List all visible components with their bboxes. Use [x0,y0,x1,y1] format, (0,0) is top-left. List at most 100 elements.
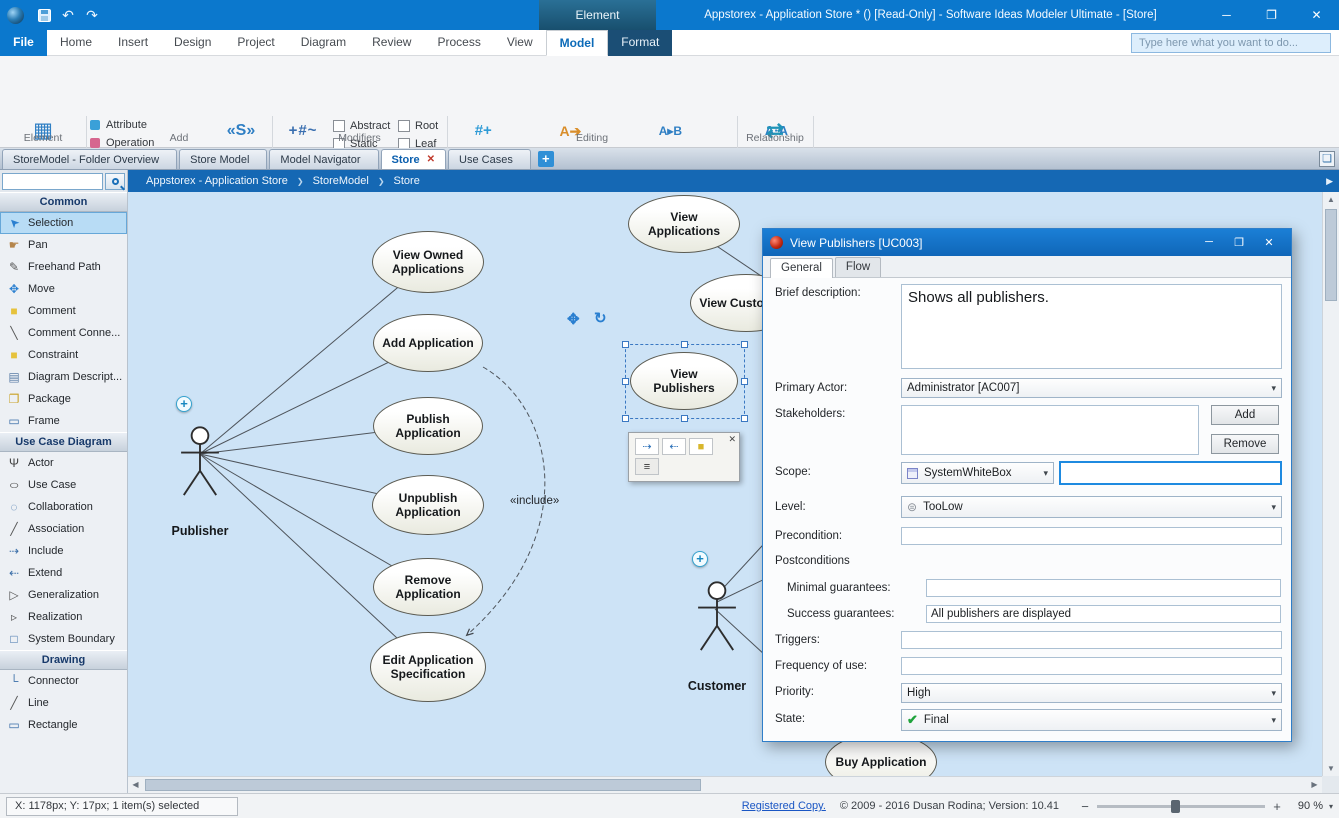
selection-handle[interactable] [681,415,688,422]
dialog-maximize-button[interactable]: ❐ [1224,236,1254,249]
document-tab[interactable]: Model Navigator [269,149,378,169]
ribbon-search-input[interactable] [1131,33,1331,53]
toolbox-item[interactable]: ╱ Line [0,692,127,714]
selection-handle[interactable] [741,415,748,422]
document-tab[interactable]: StoreModel - Folder Overview [2,149,177,169]
ribbon-tab[interactable]: Format [608,30,672,56]
ribbon-tab[interactable]: Model [546,30,609,56]
toolbox-item[interactable]: ❐ Package [0,388,127,410]
comment-quick-icon[interactable]: ■ [689,438,713,455]
toolbox-group-header-common[interactable]: Common [0,192,127,212]
state-select[interactable]: Final [901,709,1282,731]
ribbon-tab[interactable]: Project [224,30,287,56]
use-case-node[interactable]: Unpublish Application [372,475,484,535]
zoom-level[interactable]: 90 % [1289,800,1323,812]
save-button[interactable] [32,0,56,30]
use-case-node[interactable]: Edit Application Specification [370,632,486,702]
toolbox-item[interactable]: ■ Comment [0,300,127,322]
toolbox-item[interactable]: ▭ Frame [0,410,127,432]
close-icon[interactable]: ✕ [728,434,736,445]
horizontal-scrollbar-thumb[interactable] [145,779,701,791]
remove-stakeholder-button[interactable]: Remove [1211,434,1279,454]
toolbox-item[interactable]: ✎ Freehand Path [0,256,127,278]
menu-quick-icon[interactable]: ≡ [635,458,659,475]
dialog-titlebar[interactable]: View Publishers [UC003] ─ ❐ ✕ [763,229,1291,256]
selection-handle[interactable] [741,378,748,385]
toolbox-item[interactable]: ✥ Move [0,278,127,300]
vertical-scrollbar-thumb[interactable] [1325,209,1337,301]
stakeholders-list[interactable] [901,405,1199,455]
add-element-badge[interactable]: + [176,396,192,412]
checkbox[interactable] [333,120,345,132]
toolbox-item[interactable]: Ψ Actor [0,452,127,474]
toolbox-item[interactable]: ▹ Realization [0,606,127,628]
include-quick-icon[interactable]: ⇢ [635,438,659,455]
toolbox-item[interactable]: ➤ Selection [0,212,127,234]
level-select[interactable]: TooLow [901,496,1282,518]
zoom-slider-thumb[interactable] [1171,800,1180,813]
add-item-button[interactable]: Attribute [90,118,205,132]
success-guarantees-input[interactable] [926,605,1281,623]
registered-copy-link[interactable]: Registered Copy. [742,800,826,812]
zoom-slider[interactable] [1097,805,1265,808]
selection-handle[interactable] [681,341,688,348]
toolbox-item[interactable]: ○ Use Case [0,474,127,496]
ribbon-tab[interactable]: Diagram [288,30,359,56]
actor-node[interactable]: Customer [689,581,745,693]
toolbox-item[interactable]: ■ Constraint [0,344,127,366]
scroll-right-icon[interactable] [1307,777,1322,793]
zoom-in-button[interactable]: + [1271,799,1283,814]
priority-select[interactable]: High [901,683,1282,703]
extend-quick-icon[interactable]: ⇠ [662,438,686,455]
toolbox-item[interactable]: ▷ Generalization [0,584,127,606]
dialog-close-button[interactable]: ✕ [1254,236,1284,249]
float-panel-icon[interactable] [1319,151,1335,167]
ribbon-tab[interactable]: File [0,30,47,56]
minimal-guarantees-input[interactable] [926,579,1281,597]
dialog-minimize-button[interactable]: ─ [1194,236,1224,249]
vertical-scrollbar[interactable] [1322,192,1339,776]
toolbox-item[interactable]: ╲ Comment Conne... [0,322,127,344]
expand-panel-icon[interactable] [1326,176,1333,187]
contextual-tab-group-element[interactable]: Element [539,0,656,30]
close-button[interactable]: ✕ [1294,0,1339,30]
scope-select[interactable]: SystemWhiteBox [901,462,1054,484]
zoom-out-button[interactable]: − [1079,799,1091,814]
search-button[interactable] [105,173,125,190]
selection-handle[interactable] [622,341,629,348]
selection-handle[interactable] [741,341,748,348]
add-stakeholder-button[interactable]: Add [1211,405,1279,425]
primary-actor-select[interactable]: Administrator [AC007] [901,378,1282,398]
toolbox-item[interactable]: ◌ Collaboration [0,496,127,518]
use-case-node[interactable]: Remove Application [373,558,483,616]
maximize-button[interactable]: ❐ [1249,0,1294,30]
selection-handle[interactable] [622,415,629,422]
breadcrumb-item[interactable]: StoreModel [288,175,369,187]
rotate-handle-icon[interactable]: ↻ [594,309,607,327]
toolbox-group-header-drawing[interactable]: Drawing [0,650,127,670]
brief-description-textarea[interactable]: Shows all publishers. [901,284,1282,369]
toolbox-search-input[interactable] [2,173,103,190]
ribbon-tab[interactable]: Design [161,30,224,56]
horizontal-scrollbar[interactable] [128,776,1322,793]
selection-handle[interactable] [622,378,629,385]
use-case-node[interactable]: Publish Application [373,397,483,455]
toolbox-item[interactable]: ☛ Pan [0,234,127,256]
triggers-input[interactable] [901,631,1282,649]
breadcrumb-item[interactable]: Store [369,175,420,187]
scroll-down-icon[interactable] [1323,761,1339,776]
ribbon-tab[interactable]: Process [424,30,493,56]
toolbox-item[interactable]: ⇠ Extend [0,562,127,584]
add-element-badge[interactable]: + [692,551,708,567]
minimize-button[interactable]: ─ [1204,0,1249,30]
document-tab[interactable]: Use Cases [448,149,531,169]
document-tab[interactable]: Store Model [179,149,267,169]
move-handle-icon[interactable]: ✥ [567,310,580,328]
toolbox-group-header-use-case[interactable]: Use Case Diagram [0,432,127,452]
scroll-up-icon[interactable] [1323,192,1339,207]
ribbon-tab[interactable]: View [494,30,546,56]
scroll-left-icon[interactable] [128,777,143,793]
use-case-node[interactable]: View Applications [628,195,740,253]
close-tab-icon[interactable]: ✕ [427,154,435,165]
use-case-node[interactable]: Add Application [373,314,483,372]
